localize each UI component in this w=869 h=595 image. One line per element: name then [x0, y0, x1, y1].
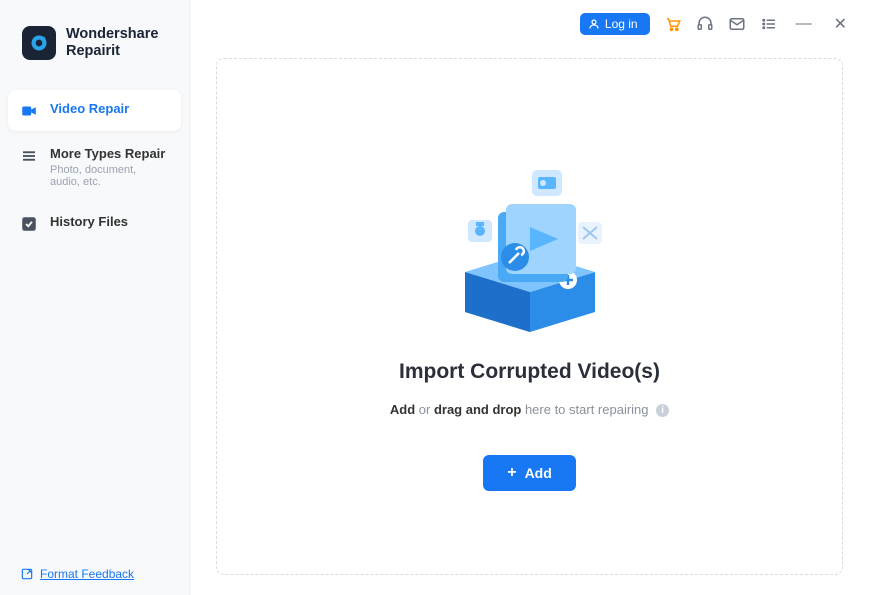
plus-icon: + [507, 465, 516, 481]
titlebar: Log in — ✕ [190, 0, 869, 48]
close-button[interactable]: ✕ [830, 14, 851, 34]
cart-icon[interactable] [664, 15, 682, 33]
video-camera-icon [20, 102, 38, 120]
sidebar-item-label: More Types Repair [50, 146, 169, 161]
login-button[interactable]: Log in [580, 13, 650, 35]
sidebar: Wondershare Repairit Video Repair Mor [0, 0, 190, 595]
edit-icon [20, 567, 34, 581]
dropzone[interactable]: Import Corrupted Video(s) Add or drag an… [216, 58, 843, 575]
list-icon[interactable] [760, 15, 778, 33]
sidebar-item-history[interactable]: History Files [8, 203, 181, 244]
sidebar-item-video-repair[interactable]: Video Repair [8, 90, 181, 131]
sidebar-item-label: History Files [50, 214, 128, 229]
sidebar-item-sublabel: Photo, document, audio, etc. [50, 164, 169, 188]
sidebar-nav: Video Repair More Types Repair Photo, do… [0, 82, 189, 256]
headset-icon[interactable] [696, 15, 714, 33]
add-button[interactable]: + Add [483, 455, 576, 491]
brand-logo-icon [22, 26, 56, 60]
main-area: Log in — ✕ [190, 0, 869, 595]
dropzone-heading: Import Corrupted Video(s) [399, 360, 660, 384]
import-illustration-icon [430, 142, 630, 342]
sidebar-item-more-types[interactable]: More Types Repair Photo, document, audio… [8, 135, 181, 199]
minimize-button[interactable]: — [792, 15, 816, 33]
mail-icon[interactable] [728, 15, 746, 33]
brand-name: Wondershare Repairit [66, 26, 158, 59]
format-feedback-link[interactable]: Format Feedback [0, 553, 189, 595]
checkbox-icon [20, 215, 38, 233]
brand: Wondershare Repairit [0, 18, 189, 82]
dropzone-subtext: Add or drag and drop here to start repai… [390, 402, 669, 417]
info-icon[interactable]: i [656, 404, 669, 417]
user-icon [588, 18, 600, 30]
menu-icon [20, 147, 38, 165]
sidebar-item-label: Video Repair [50, 101, 129, 116]
content: Import Corrupted Video(s) Add or drag an… [190, 48, 869, 595]
